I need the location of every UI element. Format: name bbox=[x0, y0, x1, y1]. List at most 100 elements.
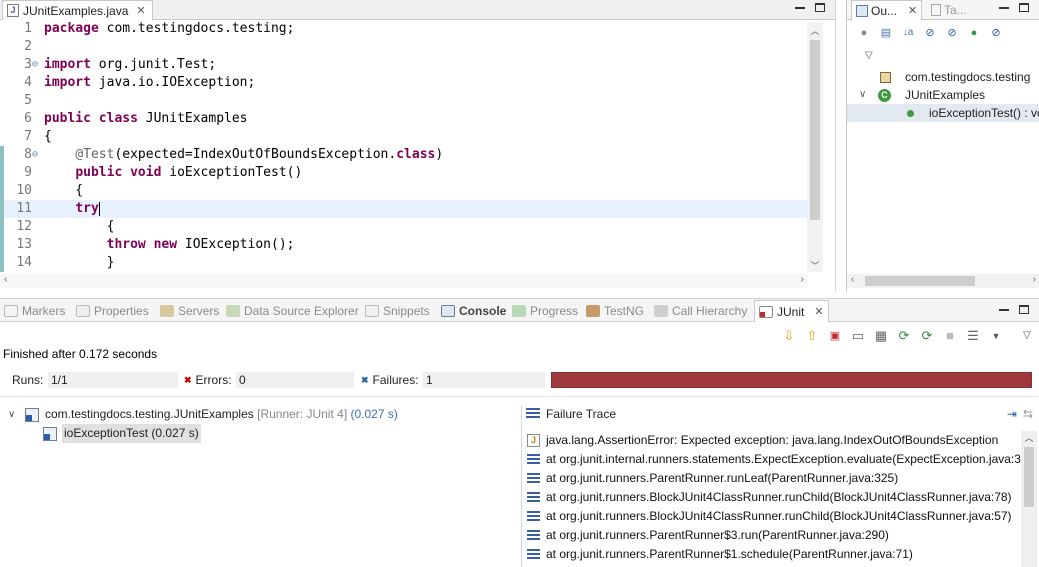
close-icon[interactable]: ✕ bbox=[908, 4, 917, 17]
public-method-icon bbox=[907, 110, 914, 117]
maximize-button[interactable] bbox=[1019, 2, 1031, 14]
exception-icon: J bbox=[527, 434, 540, 447]
show-failures-only-icon[interactable]: ▣ bbox=[826, 327, 844, 345]
sort-icon[interactable]: ↓a bbox=[901, 26, 915, 40]
progress-icon bbox=[512, 305, 526, 317]
hide-static-icon[interactable]: ⊘ bbox=[923, 26, 937, 40]
test-case-row[interactable]: ioExceptionTest (0.027 s) bbox=[0, 424, 516, 443]
code-line: 14 } bbox=[0, 254, 808, 272]
compare-result-icon[interactable]: ⇆ bbox=[1023, 407, 1033, 421]
filter-stack-trace-icon[interactable]: ⇥ bbox=[1007, 407, 1017, 421]
tab-outline[interactable]: Ou... ✕ bbox=[851, 0, 923, 20]
code-line: 9 public void ioExceptionTest() bbox=[0, 164, 808, 182]
failure-trace-scrollbar[interactable]: ︿ bbox=[1021, 431, 1037, 567]
code-line: 6 public class JUnitExamples bbox=[24, 111, 248, 126]
chevron-down-icon[interactable]: ∨ bbox=[8, 405, 15, 424]
code-line: 5 bbox=[24, 93, 32, 108]
editor-tab[interactable]: J JUnitExamples.java ✕ bbox=[2, 0, 153, 20]
maximize-button[interactable] bbox=[815, 2, 827, 14]
current-code-line: 11 try bbox=[0, 200, 808, 218]
tab-console[interactable]: Console bbox=[441, 302, 506, 320]
outline-item-method[interactable]: ioExceptionTest() : vo bbox=[847, 104, 1039, 122]
outline-item-package[interactable]: com.testingdocs.testing bbox=[847, 68, 1039, 86]
trace-line[interactable]: at org.junit.runners.ParentRunner.runLea… bbox=[522, 469, 1022, 488]
test-suite-row[interactable]: ∨ com.testingdocs.testing.JUnitExamples … bbox=[0, 405, 516, 424]
test-tree[interactable]: ∨ com.testingdocs.testing.JUnitExamples … bbox=[0, 405, 516, 567]
chevron-down-icon[interactable]: ▼ bbox=[987, 327, 1005, 345]
scroll-thumb[interactable] bbox=[865, 276, 975, 286]
outline-view[interactable]: Ou... ✕ Ta... ● ▤ ↓a ⊘ ⊘ ● ⊘ ▽ com.testi… bbox=[846, 0, 1039, 292]
scroll-right-icon[interactable]: › bbox=[801, 274, 804, 285]
close-icon[interactable]: ✕ bbox=[136, 4, 145, 17]
markers-icon bbox=[4, 305, 18, 317]
editor-horizontal-scrollbar[interactable]: ‹ › bbox=[0, 274, 808, 288]
rerun-failed-first-icon[interactable]: ⟳ bbox=[918, 327, 936, 345]
data-source-icon bbox=[226, 305, 240, 317]
next-failure-icon[interactable]: ⇩ bbox=[780, 327, 798, 345]
trace-line[interactable]: at org.junit.runners.BlockJUnit4ClassRun… bbox=[522, 488, 1022, 507]
code-line: 7{ bbox=[24, 129, 52, 144]
tab-data-source-explorer[interactable]: Data Source Explorer bbox=[226, 302, 359, 320]
code-line: 8 ⊖ @Test(expected=IndexOutOfBoundsExcept… bbox=[0, 146, 808, 164]
rerun-test-icon[interactable]: ⟳ bbox=[895, 327, 913, 345]
editor-vertical-scrollbar[interactable]: ︿ ﹀ bbox=[807, 22, 823, 272]
code-area[interactable]: 1 package com.testingdocs.testing; 2 3 ⊖ im… bbox=[0, 20, 808, 276]
link-editor-icon[interactable]: ⊘ bbox=[989, 26, 1003, 40]
maximize-button[interactable] bbox=[1019, 304, 1031, 316]
chevron-down-icon[interactable]: ∨ bbox=[859, 86, 866, 104]
failures-value: 1 bbox=[423, 372, 545, 388]
tab-progress[interactable]: Progress bbox=[512, 302, 578, 320]
tab-task-list[interactable]: Ta... bbox=[931, 0, 967, 20]
trace-line[interactable]: at org.junit.internal.runners.statements… bbox=[522, 450, 1032, 469]
java-editor[interactable]: J JUnitExamples.java ✕ 1 package com.test… bbox=[0, 0, 836, 292]
trace-line[interactable]: J java.lang.AssertionError: Expected exc… bbox=[522, 431, 1022, 450]
code-line: 12 { bbox=[0, 218, 808, 236]
trace-line[interactable]: at org.junit.runners.BlockJUnit4ClassRun… bbox=[522, 507, 1022, 526]
fold-icon[interactable]: ⊖ bbox=[32, 56, 41, 74]
layout-icon[interactable]: ▦ bbox=[872, 327, 890, 345]
hide-fields-icon[interactable]: ▤ bbox=[879, 26, 893, 40]
view-menu-icon[interactable]: ▽ bbox=[1018, 327, 1036, 345]
servers-icon bbox=[160, 305, 174, 317]
scroll-left-icon[interactable]: ‹ bbox=[4, 274, 7, 285]
testng-icon bbox=[586, 305, 600, 317]
minimize-button[interactable] bbox=[795, 2, 807, 14]
scroll-left-icon[interactable]: ‹ bbox=[851, 274, 854, 285]
hide-non-public-icon[interactable]: ⊘ bbox=[945, 26, 959, 40]
stop-icon[interactable]: ■ bbox=[941, 327, 959, 345]
scroll-up-icon[interactable]: ︿ bbox=[1021, 431, 1037, 444]
collapse-all-icon[interactable]: ● bbox=[857, 26, 871, 40]
scroll-up-icon[interactable]: ︿ bbox=[807, 24, 823, 37]
scroll-lock-icon[interactable]: ▭ bbox=[849, 327, 867, 345]
trace-line[interactable]: at org.junit.runners.ParentRunner$3.run(… bbox=[522, 526, 1022, 545]
suite-name: com.testingdocs.testing.JUnitExamples bbox=[45, 407, 254, 421]
failure-trace-panel[interactable]: Failure Trace ⇥ ⇆ J java.lang.AssertionE… bbox=[521, 405, 1039, 567]
error-icon: ✖ bbox=[184, 374, 192, 385]
trace-line[interactable]: at org.junit.runners.ParentRunner$1.sche… bbox=[522, 545, 1022, 564]
close-icon[interactable]: ✕ bbox=[814, 305, 823, 318]
previous-failure-icon[interactable]: ⇧ bbox=[803, 327, 821, 345]
minimize-button[interactable] bbox=[999, 2, 1011, 14]
task-list-icon bbox=[931, 4, 941, 16]
public-member-icon[interactable]: ● bbox=[967, 26, 981, 40]
test-failed-icon bbox=[43, 427, 57, 441]
stack-frame-icon bbox=[527, 473, 540, 485]
scroll-right-icon[interactable]: › bbox=[1033, 274, 1036, 285]
tab-servers[interactable]: Servers bbox=[160, 302, 219, 320]
outline-horizontal-scrollbar[interactable]: ‹ › bbox=[847, 274, 1039, 288]
tab-testng[interactable]: TestNG bbox=[586, 302, 644, 320]
junit-toolbar: ⇩ ⇧ ▣ ▭ ▦ ⟳ ⟳ ■ ☰ ▼ ▽ bbox=[780, 327, 1036, 345]
fold-icon[interactable]: ⊖ bbox=[32, 146, 41, 164]
outline-item-class[interactable]: ∨ C JUnitExamples bbox=[847, 86, 1039, 104]
view-menu-icon[interactable]: ▽ bbox=[865, 50, 873, 61]
tab-markers[interactable]: Markers bbox=[4, 302, 65, 320]
scroll-thumb[interactable] bbox=[810, 40, 820, 220]
tab-call-hierarchy[interactable]: Call Hierarchy bbox=[654, 302, 747, 320]
tab-snippets[interactable]: Snippets bbox=[365, 302, 430, 320]
test-run-history-icon[interactable]: ☰ bbox=[964, 327, 982, 345]
minimize-button[interactable] bbox=[999, 304, 1011, 316]
scroll-thumb[interactable] bbox=[1024, 447, 1034, 507]
tab-properties[interactable]: Properties bbox=[76, 302, 149, 320]
tab-junit[interactable]: JUnit ✕ bbox=[754, 300, 829, 322]
scroll-down-icon[interactable]: ﹀ bbox=[807, 259, 823, 272]
